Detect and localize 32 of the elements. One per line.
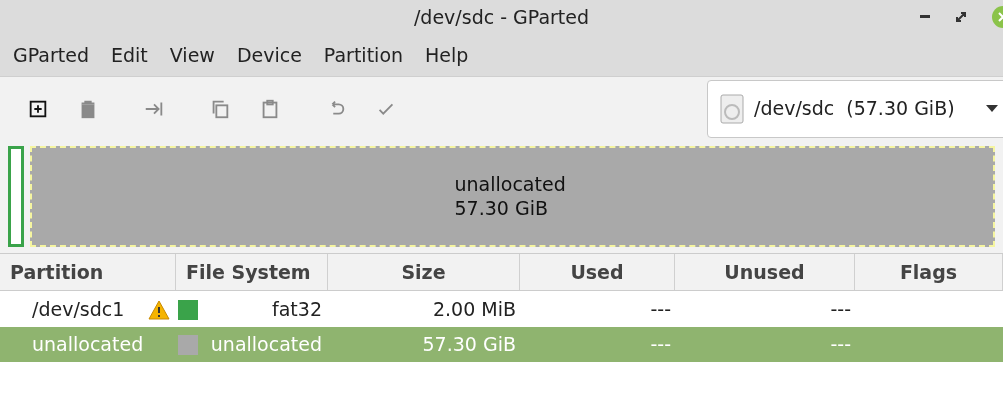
caret-icon [986, 104, 998, 113]
table-cell-text: --- [829, 332, 852, 358]
column-header[interactable]: File System [176, 254, 328, 290]
table-cell-text: unallocated [209, 332, 323, 358]
block-label: unallocated [454, 172, 567, 197]
maximize-icon[interactable] [956, 12, 966, 22]
table-cell-text: unallocated [32, 332, 145, 358]
minimize-icon[interactable] [920, 15, 930, 19]
column-header[interactable]: Unused [675, 254, 855, 290]
menu-item[interactable]: Partition [312, 40, 415, 70]
column-header[interactable]: Used [520, 254, 675, 290]
menu-item[interactable]: Device [225, 40, 313, 70]
window-title: /dev/sdc - GParted [413, 7, 590, 27]
menu-item[interactable]: Help [414, 40, 480, 70]
block-size: 57.30 GiB [454, 196, 549, 221]
table-cell-text: /dev/sdc1 [32, 297, 126, 323]
unallocated-block[interactable]: unallocated 57.30 GiB [30, 146, 995, 247]
table-cell-text: 57.30 GiB [421, 332, 517, 358]
menu-item[interactable]: Edit [100, 40, 159, 70]
table-cell-text: 2.00 MiB [431, 297, 517, 323]
column-header[interactable]: Flags [855, 254, 1003, 290]
table-cell-text: --- [829, 297, 852, 323]
table-cell-text: fat32 [271, 297, 323, 323]
partition-block[interactable] [8, 146, 24, 247]
menu-item[interactable]: GParted [2, 40, 100, 70]
device-dropdown[interactable]: /dev/sdc (57.30 GiB) [707, 79, 1003, 138]
column-header[interactable]: Size [328, 254, 520, 290]
table-cell-text: --- [649, 332, 672, 358]
close-icon[interactable] [992, 6, 1003, 28]
table-cell-text: --- [649, 297, 672, 323]
column-header[interactable]: Partition [0, 254, 176, 290]
menu-item[interactable]: View [158, 40, 226, 70]
